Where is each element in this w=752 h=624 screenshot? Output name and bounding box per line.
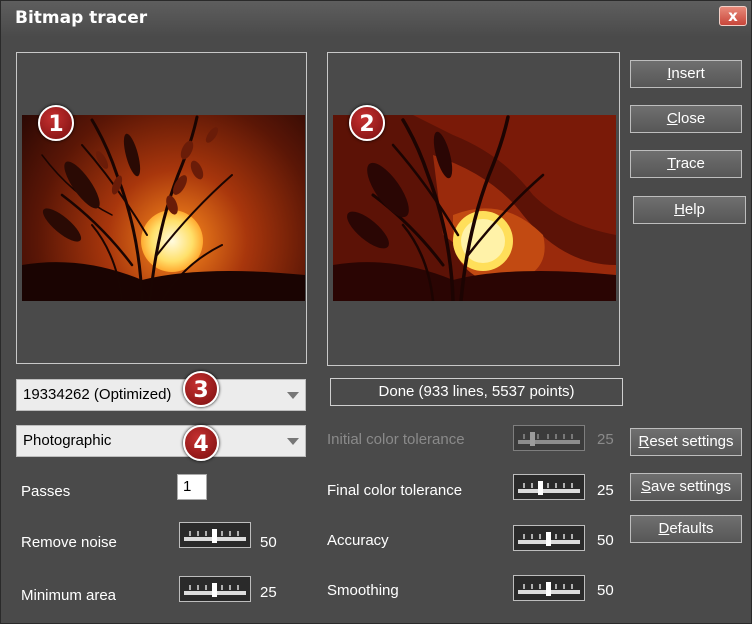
dialog-title: Bitmap tracer <box>15 8 148 28</box>
traced-preview-panel: 2 <box>327 52 620 366</box>
slider-icon <box>518 481 580 495</box>
final-color-tolerance-label: Final color tolerance <box>327 482 463 499</box>
mode-select-value: Photographic <box>23 432 112 449</box>
insert-button[interactable]: Insert <box>630 60 742 88</box>
mode-select[interactable]: Photographic <box>16 425 306 457</box>
reset-settings-button[interactable]: Reset settings <box>630 428 742 456</box>
remove-noise-label: Remove noise <box>21 534 117 551</box>
title-bar: Bitmap tracer x <box>1 1 751 37</box>
trace-button[interactable]: Trace <box>630 150 742 178</box>
palette-select[interactable]: 19334262 (Optimized) <box>16 379 306 411</box>
close-icon: x <box>728 7 738 25</box>
palette-select-value: 19334262 (Optimized) <box>23 386 172 403</box>
initial-color-tolerance-value: 25 <box>597 431 614 448</box>
accuracy-value: 50 <box>597 532 614 549</box>
minimum-area-label: Minimum area <box>21 587 117 604</box>
chevron-down-icon <box>287 438 299 445</box>
traced-badge: 2 <box>349 105 385 141</box>
palette-badge: 3 <box>183 371 219 407</box>
smoothing-value: 50 <box>597 582 614 599</box>
slider-icon <box>518 532 580 546</box>
original-preview-panel: 1 <box>16 52 307 364</box>
slider-icon <box>184 583 246 597</box>
help-button[interactable]: Help <box>633 196 746 224</box>
mode-badge: 4 <box>183 425 219 461</box>
initial-color-tolerance-label: Initial color tolerance <box>327 431 465 448</box>
slider-icon <box>184 529 246 543</box>
minimum-area-slider[interactable] <box>179 576 251 602</box>
slider-icon <box>518 432 580 446</box>
minimum-area-value: 25 <box>260 584 277 601</box>
accuracy-label: Accuracy <box>327 532 389 549</box>
traced-bitmap-image <box>333 115 616 301</box>
initial-color-tolerance-slider <box>513 425 585 451</box>
remove-noise-value: 50 <box>260 534 277 551</box>
smoothing-label: Smoothing <box>327 582 399 599</box>
smoothing-slider[interactable] <box>513 575 585 601</box>
close-button[interactable]: Close <box>630 105 742 133</box>
accuracy-slider[interactable] <box>513 525 585 551</box>
chevron-down-icon <box>287 392 299 399</box>
original-bitmap-image <box>22 115 305 301</box>
passes-label: Passes <box>21 483 71 500</box>
slider-icon <box>518 582 580 596</box>
original-badge: 1 <box>38 105 74 141</box>
close-window-button[interactable]: x <box>719 6 747 26</box>
trace-status: Done (933 lines, 5537 points) <box>330 378 623 406</box>
final-color-tolerance-value: 25 <box>597 482 614 499</box>
remove-noise-slider[interactable] <box>179 522 251 548</box>
final-color-tolerance-slider[interactable] <box>513 474 585 500</box>
passes-input[interactable]: 1 <box>177 474 207 500</box>
save-settings-button[interactable]: Save settings <box>630 473 742 501</box>
bitmap-tracer-dialog: Bitmap tracer x 1 2 Insert Close Trace H… <box>0 0 752 624</box>
defaults-button[interactable]: Defaults <box>630 515 742 543</box>
